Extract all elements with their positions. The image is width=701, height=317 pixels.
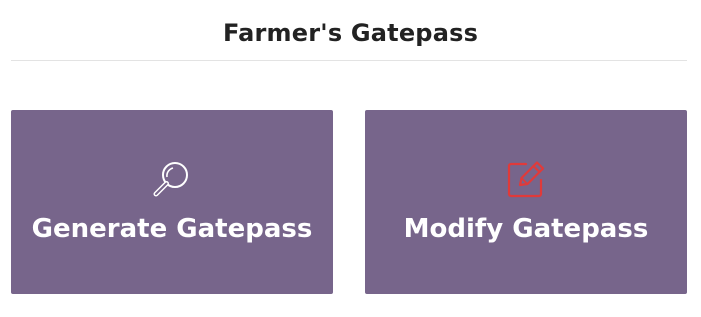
generate-gatepass-label: Generate Gatepass — [31, 214, 313, 244]
gatepass-page: Farmer's Gatepass Generate Gatepass Modi… — [0, 0, 701, 317]
page-title: Farmer's Gatepass — [222, 19, 479, 47]
generate-gatepass-card[interactable]: Generate Gatepass — [11, 110, 333, 294]
header-divider — [11, 60, 687, 61]
search-icon — [11, 158, 333, 200]
modify-gatepass-card[interactable]: Modify Gatepass — [365, 110, 687, 294]
modify-gatepass-label: Modify Gatepass — [403, 214, 649, 244]
edit-icon — [365, 158, 687, 200]
